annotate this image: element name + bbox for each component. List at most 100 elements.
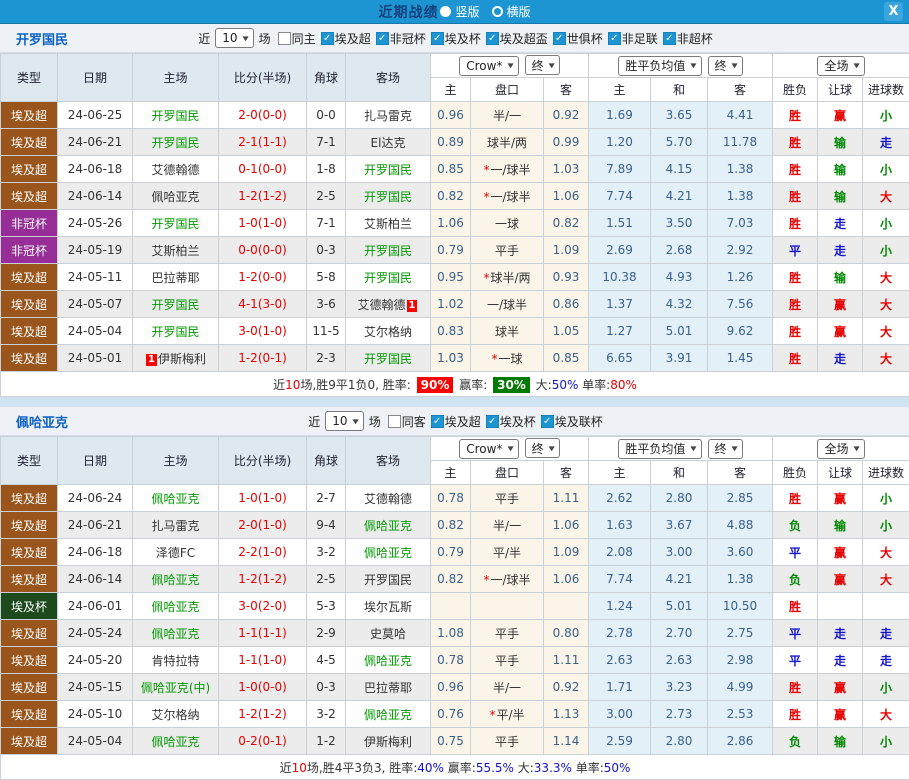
league-filter-checkbox[interactable]: ✓ (663, 32, 676, 45)
odds-home: 0.95 (431, 264, 471, 291)
column-header-1: 日期 (58, 54, 133, 102)
handicap: *一/球半 (471, 566, 544, 593)
handicap: 平手 (471, 485, 544, 512)
result-goals: 大 (863, 701, 909, 728)
radio-vertical-label[interactable]: 竖版 (455, 3, 479, 20)
avg-group-header: 胜平负均值▼ 终▼ (589, 54, 773, 78)
avg-final-select[interactable]: 终▼ (708, 439, 743, 459)
odds-home (431, 593, 471, 620)
odds-home: 1.08 (431, 620, 471, 647)
odds-home: 1.02 (431, 291, 471, 318)
result-goals: 小 (863, 156, 909, 183)
league-filter-checkbox[interactable]: ✓ (376, 32, 389, 45)
match-score: 0-1(0-0) (219, 156, 307, 183)
avg-lose: 2.75 (708, 620, 773, 647)
close-icon[interactable]: X (884, 2, 903, 21)
result-handicap: 赢 (818, 485, 863, 512)
same-venue-filter-checkbox[interactable]: ✓ (278, 32, 291, 45)
league-filter[interactable]: ✓埃及超盃 (486, 30, 548, 47)
avg-draw: 3.65 (651, 102, 708, 129)
result-goals: 小 (863, 674, 909, 701)
handicap: 平/半 (471, 539, 544, 566)
league-filter-checkbox[interactable]: ✓ (486, 32, 499, 45)
odds-company-select-value: Crow* (466, 59, 502, 73)
odds-away: 1.13 (544, 701, 589, 728)
odds-company-select[interactable]: Crow*▼ (459, 439, 518, 459)
same-venue-filter[interactable]: ✓同客 (388, 413, 426, 430)
home-team: 佩哈亚克 (133, 566, 219, 593)
corner-score: 2-9 (307, 620, 346, 647)
avg-win: 10.38 (589, 264, 651, 291)
result-handicap: 赢 (818, 566, 863, 593)
league-filter-checkbox[interactable]: ✓ (431, 32, 444, 45)
result-handicap: 输 (818, 183, 863, 210)
league-filter[interactable]: ✓世俱杯 (553, 30, 603, 47)
league-filter[interactable]: ✓埃及超 (321, 30, 371, 47)
match-scope-select[interactable]: 全场▼ (817, 56, 864, 76)
league-filter[interactable]: ✓埃及杯 (486, 413, 536, 430)
avg-win: 1.20 (589, 129, 651, 156)
radio-horizontal-icon[interactable] (492, 6, 503, 17)
away-team: 艾德翰德1 (346, 291, 431, 318)
league-filter[interactable]: ✓非足联 (608, 30, 658, 47)
odds-away: 0.82 (544, 210, 589, 237)
odds-away: 1.05 (544, 318, 589, 345)
league-filter[interactable]: ✓埃及联杯 (541, 413, 603, 430)
avg-final-select[interactable]: 终▼ (708, 56, 743, 76)
home-team-name: 艾斯柏兰 (151, 244, 199, 258)
same-venue-filter[interactable]: ✓同主 (278, 30, 316, 47)
league-filter[interactable]: ✓非超杯 (663, 30, 713, 47)
summary-segment: 大: (532, 378, 552, 392)
match-date: 24-06-01 (58, 593, 133, 620)
league-filter-checkbox[interactable]: ✓ (541, 415, 554, 428)
odds-home: 0.96 (431, 102, 471, 129)
odds-final-select[interactable]: 终▼ (525, 438, 560, 458)
corner-score: 0-3 (307, 237, 346, 264)
avg-draw: 3.67 (651, 512, 708, 539)
match-type: 埃及超 (1, 345, 58, 372)
win-draw-lose-avg-select[interactable]: 胜平负均值▼ (618, 439, 701, 459)
asterisk-marker: * (483, 573, 489, 587)
match-type: 非冠杯 (1, 237, 58, 264)
odds-away: 1.06 (544, 512, 589, 539)
league-filter[interactable]: ✓埃及超 (431, 413, 481, 430)
match-row: 埃及超24-06-18泽德FC2-2(1-0)3-2佩哈亚克0.79平/半1.0… (1, 539, 909, 566)
league-filter-checkbox[interactable]: ✓ (553, 32, 566, 45)
handicap: 半/一 (471, 512, 544, 539)
result-winlose: 平 (773, 620, 818, 647)
avg-win: 3.00 (589, 701, 651, 728)
match-type: 埃及超 (1, 156, 58, 183)
odds-final-select[interactable]: 终▼ (525, 55, 560, 75)
recent-count-select[interactable]: 10▼ (215, 28, 253, 48)
match-score: 1-0(1-0) (219, 210, 307, 237)
fulltime-score: 2-2 (238, 545, 258, 559)
same-venue-filter-checkbox[interactable]: ✓ (388, 415, 401, 428)
win-draw-lose-avg-select-value: 胜平负均值 (625, 440, 685, 457)
win-draw-lose-avg-select[interactable]: 胜平负均值▼ (618, 56, 701, 76)
sub-header-4: 和 (651, 461, 708, 485)
away-team: 史莫哈 (346, 620, 431, 647)
avg-lose: 2.86 (708, 728, 773, 755)
match-row: 埃及超24-06-21扎马雷克2-0(1-0)9-4佩哈亚克0.82半/一1.0… (1, 512, 909, 539)
handicap (471, 593, 544, 620)
radio-vertical-selected-icon[interactable] (440, 6, 451, 17)
radio-horizontal-label[interactable]: 横版 (507, 3, 531, 20)
result-winlose: 胜 (773, 129, 818, 156)
summary-segment: 近 (273, 378, 285, 392)
league-filter-checkbox[interactable]: ✓ (486, 415, 499, 428)
avg-draw: 4.32 (651, 291, 708, 318)
recent-count-select[interactable]: 10▼ (325, 411, 363, 431)
result-handicap: 赢 (818, 539, 863, 566)
corner-score: 3-6 (307, 291, 346, 318)
league-filter-checkbox[interactable]: ✓ (608, 32, 621, 45)
section-filter-bar: 佩哈亚克近10▼场✓同客✓埃及超✓埃及杯✓埃及联杯 (0, 407, 909, 436)
odds-company-select[interactable]: Crow*▼ (459, 56, 518, 76)
league-filter[interactable]: ✓非冠杯 (376, 30, 426, 47)
away-team-name: 埃尔瓦斯 (364, 600, 412, 614)
result-goals: 小 (863, 512, 909, 539)
league-filter-checkbox[interactable]: ✓ (431, 415, 444, 428)
league-filter-checkbox[interactable]: ✓ (321, 32, 334, 45)
result-handicap: 输 (818, 129, 863, 156)
match-scope-select[interactable]: 全场▼ (817, 439, 864, 459)
league-filter[interactable]: ✓埃及杯 (431, 30, 481, 47)
